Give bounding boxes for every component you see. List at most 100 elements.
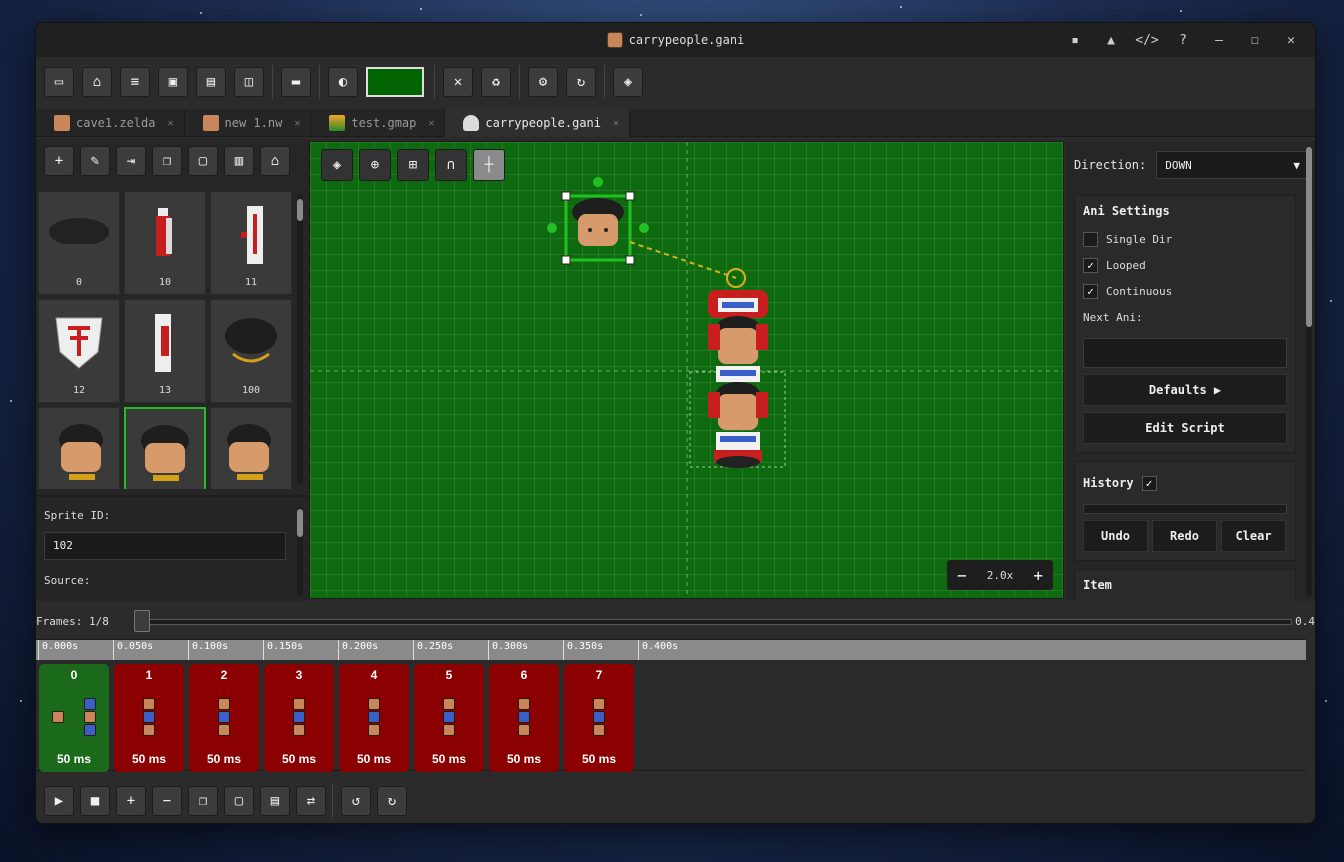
frame-thumbnail — [518, 698, 530, 736]
history-group: History ✓ Undo Redo Clear — [1074, 461, 1296, 561]
sprite-cell[interactable] — [38, 407, 120, 489]
scrollbar-thumb[interactable] — [297, 199, 303, 221]
tab-close-icon[interactable]: ✕ — [294, 118, 300, 129]
tab-close-icon[interactable]: ✕ — [613, 118, 619, 129]
maximize-button[interactable]: ☐ — [1237, 23, 1273, 57]
swap-icon[interactable]: ⇄ — [296, 786, 326, 816]
tab-new1[interactable]: new 1.nw ✕ — [185, 109, 312, 137]
tab-cave1[interactable]: cave1.zelda ✕ — [36, 109, 185, 137]
scrollbar-thumb[interactable] — [297, 509, 303, 537]
sprite-cell[interactable]: 12 — [38, 299, 120, 403]
frame-card[interactable]: 6 50 ms — [489, 664, 559, 772]
looped-checkbox[interactable]: ✓ — [1083, 257, 1098, 273]
chevron-down-icon: ▼ — [1293, 158, 1300, 172]
shadow-sprite — [49, 218, 109, 244]
frame-card[interactable]: 3 50 ms — [264, 664, 334, 772]
animation-canvas[interactable]: ◈ ⊕ ⊞ ∩ ┼ − 2.0x + — [309, 141, 1064, 599]
frame-duration: 50 ms — [431, 752, 467, 766]
save-as-icon[interactable]: ▤ — [196, 67, 226, 97]
undo-button[interactable]: Undo — [1083, 520, 1148, 552]
new-file-icon[interactable]: ▭ — [44, 67, 74, 97]
clear-button[interactable]: Clear — [1221, 520, 1286, 552]
folder-icon[interactable]: ▬ — [281, 67, 311, 97]
frame-slider-thumb[interactable] — [134, 610, 150, 632]
direction-select[interactable]: DOWN ▼ — [1156, 151, 1309, 179]
close-window-button[interactable]: ✕ — [1273, 23, 1309, 57]
continuous-checkbox[interactable]: ✓ — [1083, 283, 1098, 299]
document-icon[interactable]: ≡ — [120, 67, 150, 97]
frame-card[interactable]: 7 50 ms — [564, 664, 634, 772]
add-icon[interactable]: + — [44, 146, 74, 176]
frame-card-active[interactable]: 0 50 ms — [39, 664, 109, 772]
tab-close-icon[interactable]: ✕ — [167, 118, 173, 129]
app-window: carrypeople.gani ▪ ▲ </> ? — ☐ ✕ ▭ ⌂ ≡ ▣… — [35, 22, 1316, 824]
play-icon[interactable]: ▶ — [44, 786, 74, 816]
frame-duration: 50 ms — [581, 752, 617, 766]
code-icon[interactable]: </> — [1129, 23, 1165, 57]
sprite-cell[interactable]: 10 — [124, 191, 206, 295]
zoom-out-button[interactable]: − — [957, 566, 967, 585]
ruler-tick: 0.200s — [338, 640, 378, 660]
save-icon[interactable]: ▣ — [158, 67, 188, 97]
minimize-button[interactable]: — — [1201, 23, 1237, 57]
open-folder-icon[interactable]: ⌂ — [82, 67, 112, 97]
next-ani-input[interactable] — [1083, 338, 1287, 368]
tab-label: new 1.nw — [224, 116, 283, 130]
history-checkbox[interactable]: ✓ — [1141, 475, 1157, 491]
paste-before-icon[interactable]: ▤ — [260, 786, 290, 816]
remove-frame-icon[interactable]: − — [152, 786, 182, 816]
sprite-cell[interactable]: 11 — [210, 191, 292, 295]
tab-close-icon[interactable]: ✕ — [428, 118, 434, 129]
sprite-cell[interactable]: 0 — [38, 191, 120, 295]
toolbar-divider — [319, 65, 320, 99]
single-dir-checkbox[interactable] — [1083, 231, 1098, 247]
sprite-scrollbar[interactable] — [297, 195, 303, 485]
head-sprite — [59, 424, 103, 480]
edit-icon[interactable]: ✎ — [80, 146, 110, 176]
zoom-in-button[interactable]: + — [1033, 566, 1043, 585]
frame-index: 4 — [370, 668, 378, 682]
scrollbar-thumb[interactable] — [1306, 147, 1312, 327]
add-frame-icon[interactable]: + — [116, 786, 146, 816]
tab-testgmap[interactable]: test.gmap ✕ — [311, 109, 446, 137]
copy-frame-icon[interactable]: ❐ — [188, 786, 218, 816]
color-swatch[interactable] — [366, 67, 424, 97]
edit-script-button[interactable]: Edit Script — [1083, 412, 1287, 444]
close-icon[interactable]: ✕ — [443, 67, 473, 97]
props-scrollbar[interactable] — [297, 507, 303, 597]
frame-card[interactable]: 2 50 ms — [189, 664, 259, 772]
properties-scrollbar[interactable] — [1306, 147, 1312, 597]
tab-label: carrypeople.gani — [485, 116, 601, 130]
redo-button[interactable]: Redo — [1152, 520, 1217, 552]
palette-icon[interactable]: ◐ — [328, 67, 358, 97]
layers-icon[interactable]: ◈ — [613, 67, 643, 97]
paste-icon[interactable]: ▢ — [188, 146, 218, 176]
sprite-cell[interactable] — [210, 407, 292, 489]
level-icon[interactable]: ▪ — [1057, 23, 1093, 57]
stop-icon[interactable]: ■ — [80, 786, 110, 816]
save-all-icon[interactable]: ◫ — [234, 67, 264, 97]
refresh-icon[interactable]: ↻ — [566, 67, 596, 97]
recycle-icon[interactable]: ♻ — [481, 67, 511, 97]
sprite-cell[interactable]: 13 — [124, 299, 206, 403]
tab-carrypeople[interactable]: carrypeople.gani ✕ — [445, 109, 631, 137]
frame-card[interactable]: 5 50 ms — [414, 664, 484, 772]
frame-card[interactable]: 1 50 ms — [114, 664, 184, 772]
sprite-id-field[interactable]: 102 — [44, 532, 286, 560]
gmap-icon[interactable]: ▲ — [1093, 23, 1129, 57]
frame-card[interactable]: 4 50 ms — [339, 664, 409, 772]
paste-frame-icon[interactable]: ▢ — [224, 786, 254, 816]
sprite-cell-selected[interactable] — [124, 407, 206, 489]
frames-label: Frames: 1/8 — [36, 614, 109, 628]
copy-icon[interactable]: ❐ — [152, 146, 182, 176]
delete-icon[interactable]: ▥ — [224, 146, 254, 176]
redo-icon[interactable]: ↻ — [377, 786, 407, 816]
undo-icon[interactable]: ↺ — [341, 786, 371, 816]
frame-slider-track[interactable] — [144, 619, 1292, 625]
import-icon[interactable]: ⇥ — [116, 146, 146, 176]
defaults-button[interactable]: Defaults ▶ — [1083, 374, 1287, 406]
settings-icon[interactable]: ⚙ — [528, 67, 558, 97]
sprite-cell[interactable]: 100 — [210, 299, 292, 403]
open-folder-icon[interactable]: ⌂ — [260, 146, 290, 176]
help-icon[interactable]: ? — [1165, 23, 1201, 57]
